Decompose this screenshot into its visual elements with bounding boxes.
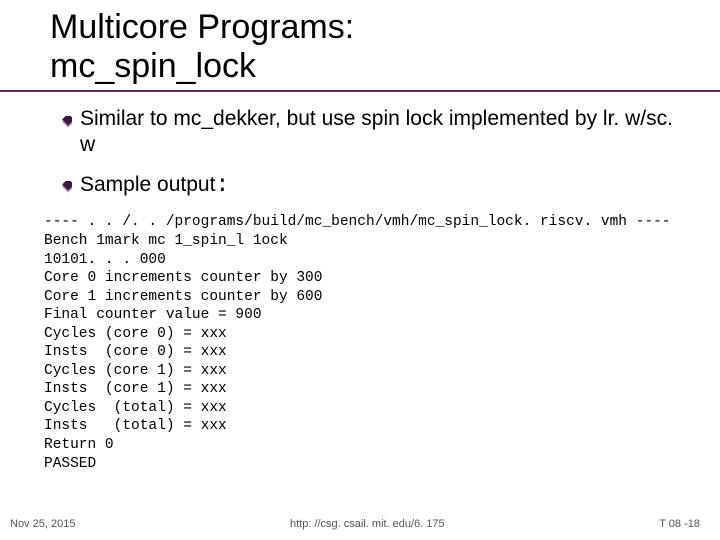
footer-url: http: //csg. csail. mit. edu/6. 175: [75, 518, 659, 530]
body-block: Similar to mc_dekker, but use spin lock …: [0, 92, 720, 199]
slide-title: Multicore Programs: mc_spin_lock: [50, 8, 670, 86]
title-line-1: Multicore Programs:: [50, 8, 354, 46]
bullet-label: Sample output: [80, 173, 215, 196]
bullet-item: Sample output:: [60, 171, 680, 199]
slide: Multicore Programs: mc_spin_lock Similar…: [0, 0, 720, 540]
bullet-item: Similar to mc_dekker, but use spin lock …: [60, 106, 680, 157]
diamond-bullet-icon: [60, 180, 72, 198]
title-block: Multicore Programs: mc_spin_lock: [0, 0, 720, 92]
colon: :: [215, 172, 229, 198]
bullet-text: Similar to mc_dekker, but use spin lock …: [80, 106, 680, 157]
bullet-text: Sample output:: [80, 171, 229, 199]
sample-output-code: ---- . . /. . /programs/build/mc_bench/v…: [0, 213, 720, 473]
footer-page: T 08 -18: [659, 518, 700, 530]
diamond-bullet-icon: [60, 115, 72, 133]
footer: Nov 25, 2015 http: //csg. csail. mit. ed…: [0, 518, 720, 530]
title-line-2: mc_spin_lock: [50, 47, 256, 85]
footer-date: Nov 25, 2015: [10, 518, 75, 530]
